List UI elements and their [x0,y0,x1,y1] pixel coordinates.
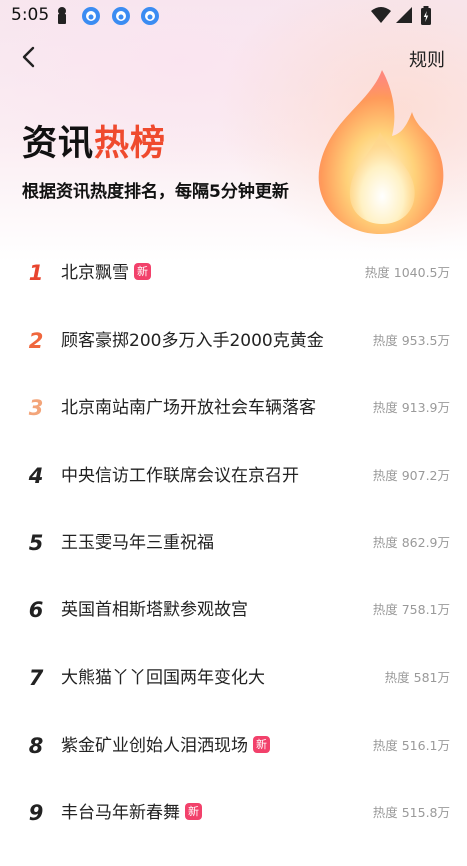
item-title-text: 顾客豪掷200多万入手2000克黄金 [61,331,324,351]
status-time: 5:05 [11,5,50,25]
heat-value: 热度 581万 [384,670,450,685]
item-title-text: 北京飘雪 [61,263,129,283]
app-notification-icon [141,7,159,25]
list-item[interactable]: 8 紫金矿业创始人泪洒现场新 热度 516.1万 [0,733,467,799]
page-title-part1: 资讯 [22,124,95,164]
heat-value: 热度 758.1万 [372,602,450,617]
rank-number: 4 [28,464,44,488]
heat-value: 热度 515.8万 [372,805,450,820]
wifi-icon [371,7,391,23]
item-title: 北京南站南广场开放社会车辆落客 [61,395,316,421]
new-badge: 新 [134,263,151,280]
list-item[interactable]: 5 王玉雯马年三重祝福 热度 862.9万 [0,530,467,596]
list-item[interactable]: 6 英国首相斯塔默参观故宫 热度 758.1万 [0,597,467,663]
heat-value: 热度 516.1万 [372,738,450,753]
list-item[interactable]: 7 大熊猫丫丫回国两年变化大 热度 581万 [0,665,467,731]
item-title: 紫金矿业创始人泪洒现场新 [61,733,270,759]
battery-icon [421,6,431,25]
item-title: 北京飘雪新 [61,260,151,286]
item-title-text: 北京南站南广场开放社会车辆落客 [61,398,316,418]
rank-number: 7 [28,666,44,690]
flame-icon [318,70,444,234]
item-title-text: 大熊猫丫丫回国两年变化大 [61,668,265,688]
sim-icon [58,7,66,24]
item-title: 英国首相斯塔默参观故宫 [61,597,248,623]
rank-number: 9 [28,801,44,825]
rank-number: 6 [28,598,44,622]
rank-number: 5 [28,531,44,555]
heat-value: 热度 907.2万 [372,468,450,483]
heat-value: 热度 913.9万 [372,400,450,415]
list-item[interactable]: 3 北京南站南广场开放社会车辆落客 热度 913.9万 [0,395,467,461]
rank-number: 2 [28,329,44,353]
rank-number: 1 [28,261,44,285]
heat-value: 热度 862.9万 [372,535,450,550]
new-badge: 新 [185,803,202,820]
page-title: 资讯热榜 [22,122,166,166]
rank-number: 8 [28,734,44,758]
app-notification-icon [82,7,100,25]
item-title: 大熊猫丫丫回国两年变化大 [61,665,265,691]
app-notification-icon [112,7,130,25]
list-item[interactable]: 9 丰台马年新春舞新 热度 515.8万 [0,800,467,866]
heat-value: 热度 1040.5万 [364,265,450,280]
item-title: 顾客豪掷200多万入手2000克黄金 [61,328,324,354]
list-item[interactable]: 1 北京飘雪新 热度 1040.5万 [0,260,467,326]
signal-icon [396,7,412,23]
item-title: 王玉雯马年三重祝福 [61,530,214,556]
item-title-text: 丰台马年新春舞 [61,803,180,823]
status-bar: 5:05 [0,0,467,32]
item-title: 中央信访工作联席会议在京召开 [61,463,299,489]
list-item[interactable]: 2 顾客豪掷200多万入手2000克黄金 热度 953.5万 [0,328,467,394]
rank-number: 3 [28,396,44,420]
page-title-part2: 热榜 [94,124,167,164]
chevron-left-icon [22,46,35,68]
list-item[interactable]: 4 中央信访工作联席会议在京召开 热度 907.2万 [0,463,467,529]
item-title-text: 紫金矿业创始人泪洒现场 [61,736,248,756]
heat-value: 热度 953.5万 [372,333,450,348]
back-button[interactable] [14,42,44,72]
item-title-text: 王玉雯马年三重祝福 [61,533,214,553]
item-title: 丰台马年新春舞新 [61,800,202,826]
item-title-text: 英国首相斯塔默参观故宫 [61,600,248,620]
page-subtitle: 根据资讯热度排名，每隔5分钟更新 [22,182,289,202]
new-badge: 新 [253,736,270,753]
item-title-text: 中央信访工作联席会议在京召开 [61,466,299,486]
